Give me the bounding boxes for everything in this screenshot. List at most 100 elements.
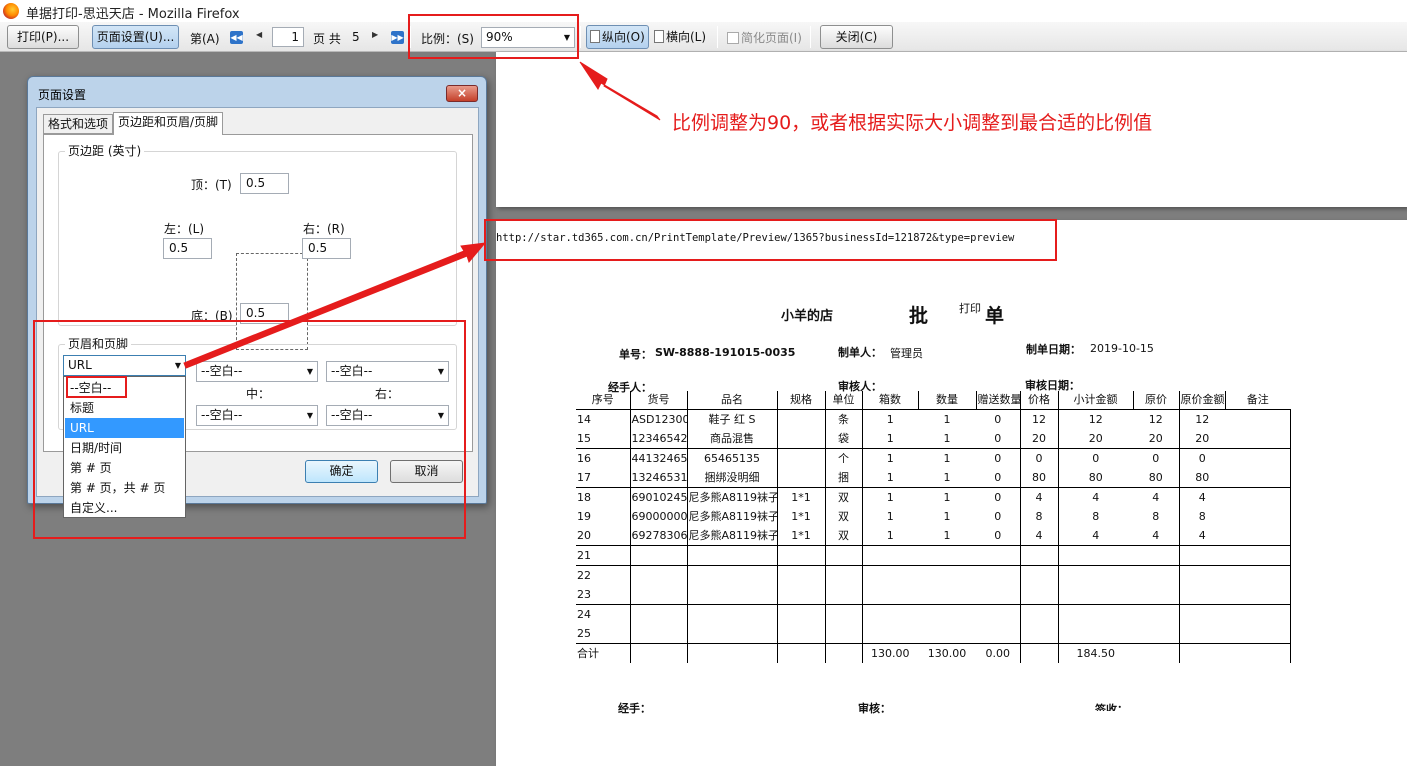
portrait-button[interactable]: 纵向(O) xyxy=(586,25,649,49)
top-margin-input[interactable]: 0.5 xyxy=(240,173,289,194)
table-cell xyxy=(776,565,825,585)
table-cell: 商品混售 xyxy=(686,428,777,449)
table-cell: 20 xyxy=(1057,428,1133,449)
table-cell: 80 xyxy=(1019,467,1058,488)
table-cell: 22 xyxy=(577,569,591,582)
window-title: 单据打印-思迅天店 - Mozilla Firefox xyxy=(26,7,240,22)
left-margin-input[interactable]: 0.5 xyxy=(163,238,212,259)
table-cell xyxy=(861,585,918,605)
toolbar-separator xyxy=(580,26,581,48)
order-no-label: 单号： xyxy=(619,348,652,361)
table-cell xyxy=(1225,526,1291,546)
table-cell: 0 xyxy=(976,428,1020,449)
table-row: 20692783062尼多熊A8119袜子1*1双1104444 xyxy=(576,526,1291,546)
table-cell: 12 xyxy=(1178,408,1225,429)
table-cell: 合计 xyxy=(577,647,599,660)
table-cell: 8 xyxy=(1178,506,1225,526)
table-cell: 0 xyxy=(994,490,1002,504)
last-page-icon[interactable]: ▶▶ xyxy=(391,31,404,44)
table-cell xyxy=(918,585,976,605)
table-cell: 4 xyxy=(1019,526,1058,546)
table-cell: 8 xyxy=(1152,509,1160,523)
first-page-icon[interactable]: ◀◀ xyxy=(230,31,243,44)
table-cell: 1 xyxy=(861,467,918,488)
top-margin-label: 顶：(T) xyxy=(191,178,232,192)
table-cell: 20 xyxy=(1178,428,1225,449)
table-cell xyxy=(686,565,777,585)
page-prefix-label: 第(A) xyxy=(190,32,220,46)
table-cell: 0 xyxy=(1019,448,1058,468)
tab-margins-header-footer[interactable]: 页边距和页眉/页脚 xyxy=(113,112,224,135)
table-cell xyxy=(686,545,777,566)
table-cell: 18 xyxy=(577,490,591,504)
print-button[interactable]: 打印(P)... xyxy=(7,25,79,49)
tab-format-options[interactable]: 格式和选项 xyxy=(43,114,114,134)
table-cell: 12 xyxy=(1057,408,1133,429)
right-margin-input[interactable]: 0.5 xyxy=(302,238,351,259)
column-header: 箱数 xyxy=(861,391,918,409)
blank-option-highlight-box xyxy=(66,376,127,398)
footer-reviewer: 审核： xyxy=(858,702,891,715)
table-cell xyxy=(629,604,687,624)
print-tooltip: 打印 xyxy=(954,300,986,318)
next-page-icon[interactable]: ▶ xyxy=(372,30,378,39)
close-preview-button[interactable]: 关闭(C) xyxy=(820,25,893,49)
table-row: 14ASD123001鞋子 红 S条11012121212 xyxy=(576,408,1291,429)
table-cell: 17 xyxy=(576,467,630,488)
table-cell xyxy=(1057,565,1133,585)
table-cell: 0 xyxy=(994,451,1002,465)
table-cell xyxy=(776,408,825,429)
table-cell xyxy=(1019,604,1058,624)
table-cell: 4 xyxy=(1019,487,1058,507)
table-cell: 0 xyxy=(994,509,1002,523)
table-cell: 尼多熊A8119袜子 xyxy=(686,487,777,507)
table-cell: 80 xyxy=(1057,467,1133,488)
column-header: 价格 xyxy=(1019,391,1058,409)
table-cell xyxy=(976,624,1020,644)
prev-page-icon[interactable]: ◀ xyxy=(256,30,262,39)
table-cell: 捆绑没明细 xyxy=(686,467,777,488)
table-cell: 0 xyxy=(976,408,1020,429)
margins-group-title: 页边距 (英寸) xyxy=(65,142,145,159)
table-cell xyxy=(976,566,1020,586)
items-table: 序号 货号 品名 规格 单位 箱数 数量 赠送数量 价格 小计金额 原价 原价金额 备注 14 ASD12… xyxy=(576,391,1291,663)
table-cell: 1 xyxy=(918,526,976,546)
table-cell xyxy=(776,643,825,663)
table-row: 21 xyxy=(576,545,1291,566)
table-cell: 20 xyxy=(1019,428,1058,449)
close-icon[interactable]: × xyxy=(446,85,478,102)
page-number-input[interactable]: 1 xyxy=(272,27,304,47)
url-highlight-box xyxy=(484,219,1057,261)
table-cell: 0 xyxy=(976,526,1020,546)
table-cell: 690000000 xyxy=(629,506,687,526)
table-cell xyxy=(918,545,976,566)
order-no: SW-8888-191015-0035 xyxy=(655,346,796,359)
table-cell: 袋 xyxy=(824,428,862,449)
simplify-page-checkbox[interactable]: 简化页面(I) xyxy=(727,29,802,46)
table-cell: 21 xyxy=(576,545,630,566)
checkbox-icon xyxy=(727,32,739,44)
table-cell xyxy=(1019,624,1058,644)
table-cell xyxy=(1225,624,1291,644)
table-cell xyxy=(629,624,687,644)
table-row: 18690102454尼多熊A8119袜子1*1双1104444 xyxy=(576,487,1291,507)
table-cell xyxy=(824,545,862,566)
table-cell: 14 xyxy=(576,408,630,429)
column-header: 赠送数量 xyxy=(975,391,1020,409)
table-cell xyxy=(1225,604,1291,624)
table-row: 25 xyxy=(576,624,1291,644)
table-cell xyxy=(1225,448,1291,468)
table-cell: 捆 xyxy=(824,467,862,488)
column-header: 规格 xyxy=(776,391,825,409)
maker: 管理员 xyxy=(890,347,923,360)
page-setup-button[interactable]: 页面设置(U)... xyxy=(92,25,179,49)
table-cell xyxy=(1178,643,1225,663)
table-cell: 1*1 xyxy=(776,487,825,507)
table-cell: 0 xyxy=(976,467,1020,488)
table-cell: 1 xyxy=(918,428,976,449)
landscape-button[interactable]: 横向(L) xyxy=(654,28,706,45)
table-cell: 692783062 xyxy=(629,526,687,546)
table-cell: 12 xyxy=(1133,408,1179,429)
table-header-row: 序号 货号 品名 规格 单位 箱数 数量 赠送数量 价格 小计金额 原价 原价金额 备注 xyxy=(576,391,1290,409)
table-cell xyxy=(918,624,976,644)
